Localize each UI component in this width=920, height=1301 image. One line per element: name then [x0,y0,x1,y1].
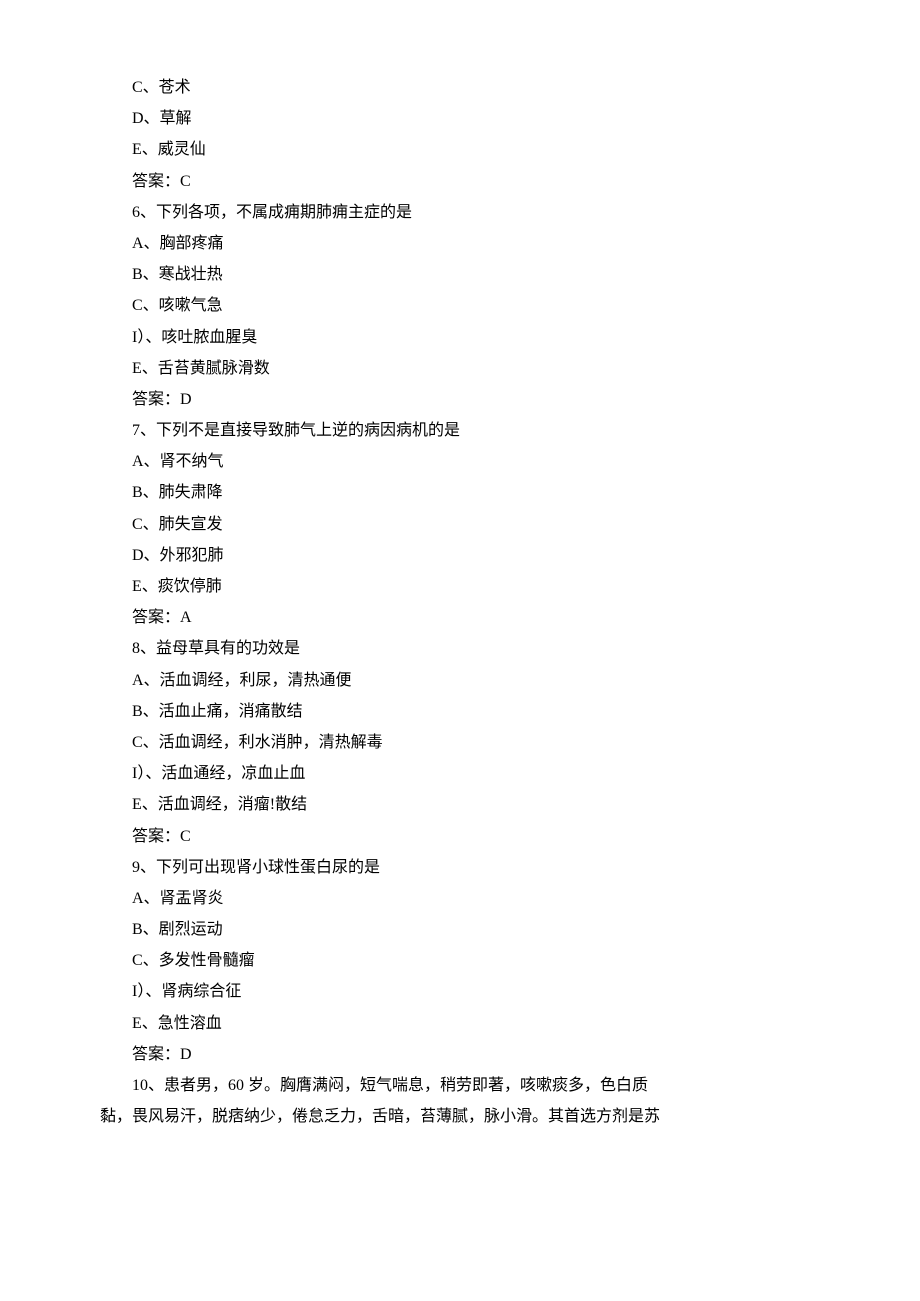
text-line: I）、肾病综合征 [100,976,820,1007]
text-line: C、苍术 [100,72,820,103]
text-line: A、肾不纳气 [100,446,820,477]
text-line: I）、咳吐脓血腥臭 [100,322,820,353]
text-line: E、急性溶血 [100,1008,820,1039]
text-line: B、活血止痛，消痛散结 [100,696,820,727]
text-line: E、活血调经，消瘤!散结 [100,789,820,820]
text-line: C、肺失宣发 [100,509,820,540]
text-line: 9、下列可出现肾小球性蛋白尿的是 [100,852,820,883]
text-line: E、威灵仙 [100,134,820,165]
text-line: B、寒战壮热 [100,259,820,290]
text-line: D、外邪犯肺 [100,540,820,571]
text-line: C、多发性骨髓瘤 [100,945,820,976]
text-line: E、痰饮停肺 [100,571,820,602]
text-line: A、胸部疼痛 [100,228,820,259]
text-line: 8、益母草具有的功效是 [100,633,820,664]
text-line: A、活血调经，利尿，清热通便 [100,665,820,696]
text-line: 答案：D [100,1039,820,1070]
document-body: C、苍术D、草解E、威灵仙答案：C6、下列各项，不属成痈期肺痈主症的是A、胸部疼… [100,72,820,1132]
text-line: A、肾盂肾炎 [100,883,820,914]
text-line: 答案：D [100,384,820,415]
text-line-wrap: 黏，畏风易汗，脱痞纳少，倦怠乏力，舌暗，苔薄腻，脉小滑。其首选方剂是苏 [100,1101,820,1132]
text-line: C、活血调经，利水消肿，清热解毒 [100,727,820,758]
text-line: 6、下列各项，不属成痈期肺痈主症的是 [100,197,820,228]
text-line: B、肺失肃降 [100,477,820,508]
text-line: 答案：A [100,602,820,633]
text-line: 7、下列不是直接导致肺气上逆的病因病机的是 [100,415,820,446]
text-line: 10、患者男，60 岁。胸膺满闷，短气喘息，稍劳即著，咳嗽痰多，色白质 [100,1070,820,1101]
text-line: E、舌苔黄腻脉滑数 [100,353,820,384]
text-line: C、咳嗽气急 [100,290,820,321]
text-line: I）、活血通经，凉血止血 [100,758,820,789]
text-line: 答案：C [100,166,820,197]
text-line: D、草解 [100,103,820,134]
text-line: B、剧烈运动 [100,914,820,945]
text-line: 答案：C [100,821,820,852]
